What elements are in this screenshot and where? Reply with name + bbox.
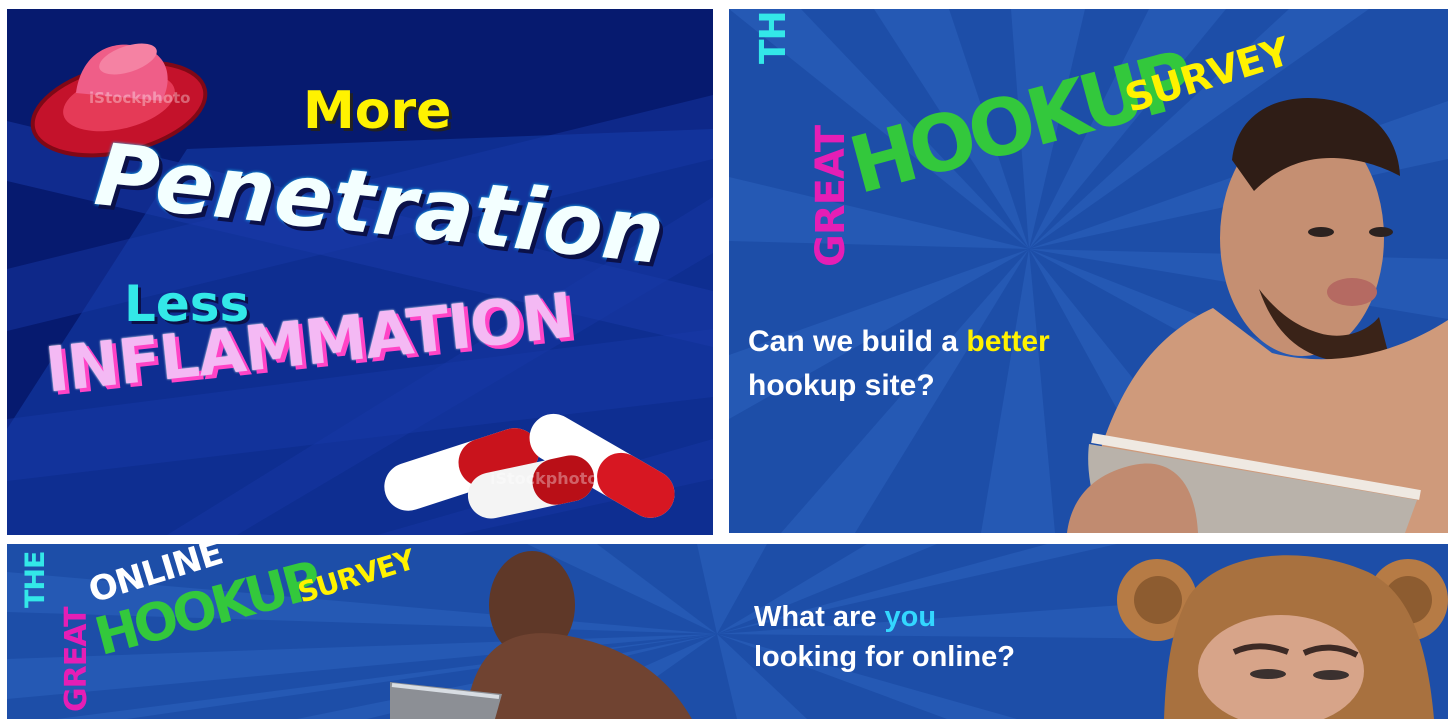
- survey-the: THE: [753, 9, 794, 64]
- banner-hookup-survey: THE GREAT HOOKUP SURVEY Can we build a b…: [729, 9, 1448, 533]
- surprised-man-photo: [390, 551, 692, 719]
- headline-more: More: [303, 81, 452, 141]
- bear-hood-man-photo: [1117, 555, 1448, 719]
- watermark-text: iStockphoto: [490, 469, 599, 488]
- online-question: What are you looking for online?: [754, 601, 1015, 673]
- capsule-icon: [384, 413, 675, 519]
- banner-more-penetration: iStockphoto More Penetration Less INFLAM…: [7, 9, 713, 535]
- hookup-question: Can we build a better hookup site?: [748, 325, 1050, 402]
- man-with-tablet-photo: [1067, 97, 1448, 533]
- banner-online-hookup-survey: THE GREAT ONLINE HOOKUP SURVEY What are …: [7, 544, 1448, 719]
- survey-great: GREAT: [59, 607, 94, 712]
- watermark-text: iStockphoto: [89, 89, 191, 107]
- survey-the: THE: [20, 551, 51, 608]
